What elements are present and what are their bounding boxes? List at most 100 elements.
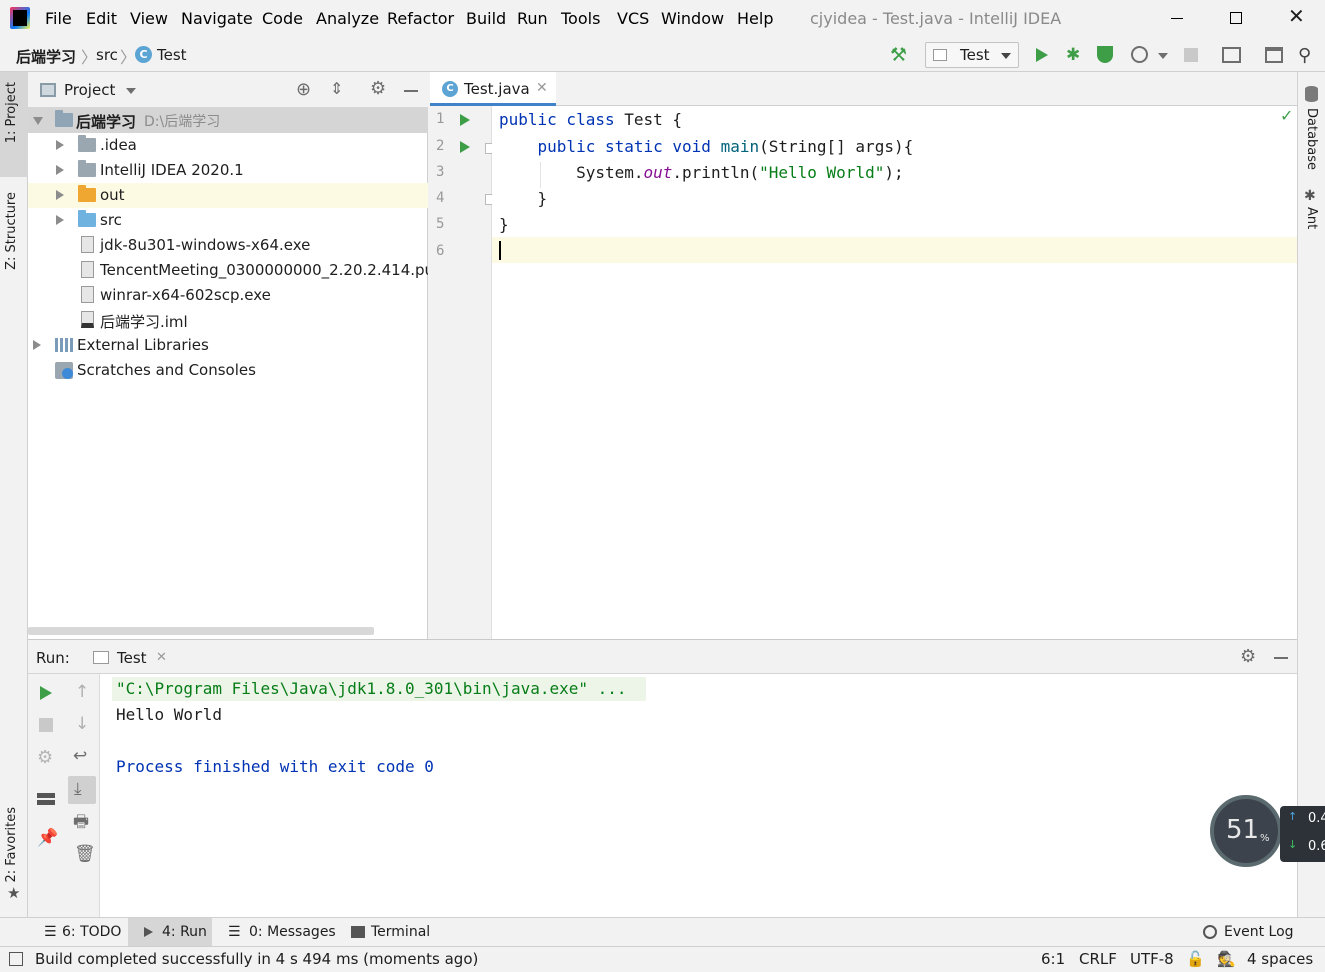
performance-widget[interactable]: 51 %	[1210, 795, 1282, 867]
locate-icon[interactable]: ⊕	[296, 81, 311, 99]
menu-run[interactable]: Run	[517, 9, 548, 28]
gear-icon[interactable]: ⚙	[1240, 648, 1256, 666]
down-arrow-icon[interactable]: ↓	[75, 716, 89, 733]
indent-setting[interactable]: 4 spaces	[1247, 950, 1313, 968]
menu-help[interactable]: Help	[737, 9, 773, 28]
menu-navigate[interactable]: Navigate	[181, 9, 253, 28]
tree-row-idea[interactable]: .idea	[28, 133, 428, 158]
tree-row-src[interactable]: src	[28, 208, 428, 233]
tool-tab-project[interactable]: 1: Project	[4, 82, 19, 143]
run-configuration-select[interactable]: Test	[925, 42, 1019, 68]
profile-icon[interactable]	[1131, 46, 1148, 63]
root-path: D:\后端学习	[144, 114, 221, 130]
trash-icon[interactable]: 🗑	[74, 846, 96, 863]
menu-analyze[interactable]: Analyze	[316, 9, 379, 28]
debug-icon[interactable]: ✱	[1066, 45, 1080, 65]
soft-wrap-icon[interactable]: ↩	[73, 748, 87, 765]
close-icon[interactable]: ✕	[1288, 6, 1305, 26]
tool-tab-structure[interactable]: Z: Structure	[4, 192, 19, 270]
widget-percent: 51	[1226, 815, 1260, 845]
menu-code[interactable]: Code	[262, 9, 303, 28]
hide-icon[interactable]	[1274, 657, 1288, 659]
print-icon[interactable]: 🖶	[73, 814, 89, 831]
tab-run[interactable]: 4: Run	[162, 924, 207, 940]
collapse-all-icon[interactable]: ⇕	[330, 81, 343, 97]
lock-icon[interactable]: 🔓	[1186, 950, 1205, 968]
class-icon: C	[442, 81, 458, 97]
search-icon[interactable]: ⚲	[1298, 45, 1311, 66]
coverage-icon[interactable]	[1097, 46, 1113, 63]
code-line: System.out.println("Hello World");	[499, 163, 904, 182]
close-tab-icon[interactable]: ✕	[536, 80, 548, 96]
hide-icon[interactable]	[404, 90, 418, 92]
stop-icon[interactable]	[1184, 48, 1198, 62]
run-gutter-icon[interactable]	[460, 141, 470, 153]
horizontal-scrollbar[interactable]	[28, 627, 374, 635]
breadcrumb-file[interactable]: Test	[157, 46, 187, 64]
menu-build[interactable]: Build	[466, 9, 506, 28]
layout-icon[interactable]	[37, 793, 55, 805]
tree-row-tencent[interactable]: TencentMeeting_0300000000_2.20.2.414.pub…	[28, 258, 428, 283]
run-icon	[144, 927, 153, 937]
chevron-down-icon[interactable]	[1158, 53, 1168, 59]
run-gutter-icon[interactable]	[460, 114, 470, 126]
menu-edit[interactable]: Edit	[86, 9, 117, 28]
terminal-window-icon[interactable]	[1265, 47, 1283, 63]
line-separator[interactable]: CRLF	[1079, 950, 1117, 968]
maximize-icon[interactable]	[1230, 12, 1242, 24]
tree-row-root[interactable]: 后端学习 D:\后端学习	[28, 108, 428, 133]
breadcrumb-project[interactable]: 后端学习	[16, 46, 76, 67]
current-line-highlight	[492, 237, 1297, 263]
caret-position[interactable]: 6:1	[1041, 950, 1065, 968]
run-tab-label[interactable]: Test	[117, 649, 147, 667]
tab-messages[interactable]: 0: Messages	[249, 924, 336, 940]
code-editor[interactable]: public class Test { public static void m…	[492, 106, 1297, 639]
up-arrow-icon[interactable]: ↑	[75, 684, 89, 701]
menu-vcs[interactable]: VCS	[617, 9, 649, 28]
root-name: 后端学习	[76, 113, 137, 131]
tree-row-scratches[interactable]: Scratches and Consoles	[28, 358, 428, 383]
project-view-label[interactable]: Project	[64, 81, 115, 99]
close-tab-icon[interactable]: ✕	[156, 650, 167, 665]
terminal-icon	[351, 926, 365, 938]
file-encoding[interactable]: UTF-8	[1130, 950, 1174, 968]
tree-row-libraries[interactable]: External Libraries	[28, 333, 428, 358]
menu-view[interactable]: View	[130, 9, 168, 28]
tree-row-out[interactable]: out	[28, 183, 428, 208]
tree-row-winrar[interactable]: winrar-x64-602scp.exe	[28, 283, 428, 308]
event-log-icon	[1203, 925, 1217, 939]
folder-icon	[78, 135, 96, 152]
run-icon[interactable]	[1036, 48, 1048, 62]
tool-tab-ant[interactable]: Ant	[1304, 207, 1319, 229]
status-message[interactable]: Build completed successfully in 4 s 494 …	[35, 950, 478, 968]
gear-icon[interactable]: ⚙	[370, 80, 386, 98]
editor-tab-test[interactable]: C Test.java ✕	[430, 72, 556, 106]
tool-tab-favorites[interactable]: 2: Favorites	[4, 807, 19, 883]
menu-window[interactable]: Window	[661, 9, 724, 28]
excluded-folder-icon	[78, 185, 96, 202]
menu-tools[interactable]: Tools	[561, 9, 600, 28]
rerun-icon[interactable]	[40, 686, 52, 700]
code-line: public static void main(String[] args){	[537, 137, 914, 156]
menu-refactor[interactable]: Refactor	[387, 9, 454, 28]
tab-event-log[interactable]: Event Log	[1224, 924, 1294, 940]
tab-terminal[interactable]: Terminal	[371, 924, 430, 940]
restore-layout-icon[interactable]: ⚙	[37, 749, 53, 767]
pin-icon[interactable]: 📌	[37, 830, 58, 847]
minimize-icon[interactable]	[1171, 18, 1183, 19]
tree-row-jdk[interactable]: jdk-8u301-windows-x64.exe	[28, 233, 428, 258]
chevron-down-icon	[1001, 53, 1011, 59]
scroll-to-end-toggle[interactable]	[68, 776, 96, 804]
breadcrumb-folder[interactable]: src	[96, 46, 118, 64]
project-structure-icon[interactable]	[1222, 47, 1241, 63]
build-hammer-icon[interactable]: ⚒	[890, 44, 907, 66]
tab-todo[interactable]: 6: TODO	[62, 924, 121, 940]
inspector-icon[interactable]: 🕵	[1217, 950, 1236, 968]
status-toggle-icon[interactable]	[9, 952, 23, 966]
tool-tab-database[interactable]: Database	[1304, 108, 1319, 170]
tree-row-intellij[interactable]: IntelliJ IDEA 2020.1	[28, 158, 428, 183]
tree-row-iml[interactable]: 后端学习.iml	[28, 308, 428, 333]
chevron-down-icon[interactable]	[126, 88, 136, 94]
menu-file[interactable]: File	[45, 9, 72, 28]
stop-icon[interactable]	[39, 718, 53, 732]
